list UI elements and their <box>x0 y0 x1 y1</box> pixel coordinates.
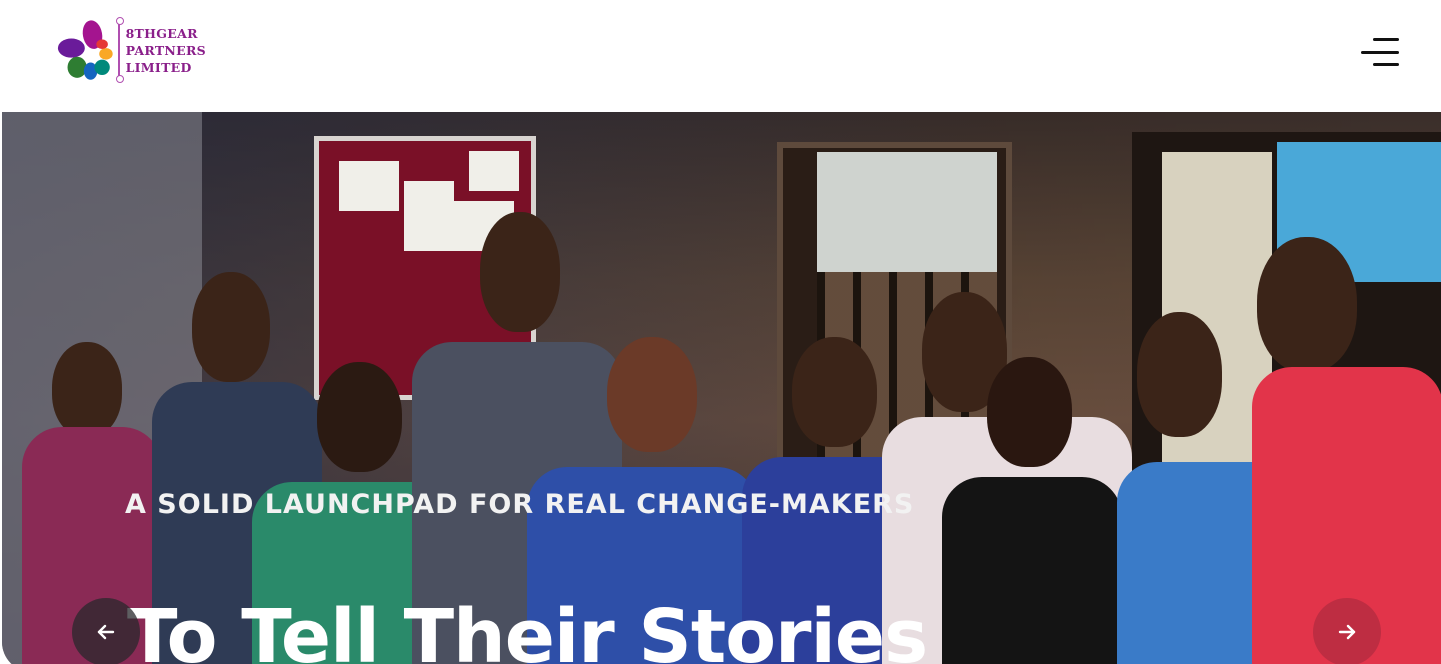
logo-wordmark: 8THGEAR PARTNERS LIMITED <box>126 25 206 76</box>
logo-line-1: 8THGEAR <box>125 25 198 41</box>
photo-window <box>817 152 997 272</box>
hero-tagline: A SOLID LAUNCHPAD FOR REAL CHANGE-MAKERS <box>125 489 915 520</box>
logo-line-2: PARTNERS <box>125 42 206 58</box>
logo-line-3: LIMITED <box>125 59 192 75</box>
menu-bar-top <box>1373 38 1399 41</box>
company-logo[interactable]: 8THGEAR PARTNERS LIMITED <box>56 16 206 84</box>
hero-slider: A SOLID LAUNCHPAD FOR REAL CHANGE-MAKERS… <box>2 112 1441 664</box>
arrow-left-icon <box>97 624 115 640</box>
hamburger-menu-icon[interactable] <box>1356 36 1402 68</box>
photo-person <box>942 357 1122 664</box>
hero-headline: To Tell Their Stories <box>127 594 928 664</box>
flower-logo-icon <box>57 20 113 80</box>
photo-paper <box>339 161 399 211</box>
photo-paper <box>469 151 519 191</box>
slider-next-button[interactable] <box>1313 598 1381 664</box>
menu-bar-middle <box>1361 50 1399 54</box>
menu-bar-bottom <box>1373 63 1399 66</box>
arrow-right-icon <box>1338 624 1356 640</box>
slider-prev-button[interactable] <box>72 598 140 664</box>
logo-divider <box>115 17 124 83</box>
site-header: 8THGEAR PARTNERS LIMITED <box>0 0 1441 112</box>
